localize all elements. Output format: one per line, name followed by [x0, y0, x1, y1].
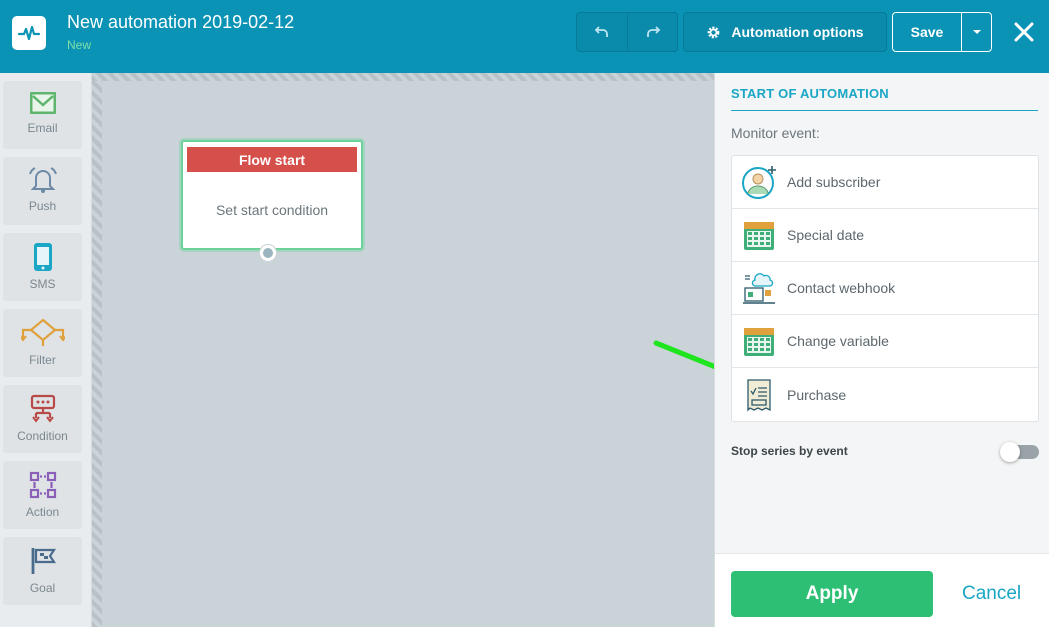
cancel-button[interactable]: Cancel [962, 583, 1021, 605]
tool-goal[interactable]: Goal [3, 537, 82, 605]
history-controls [576, 12, 678, 52]
canvas-border-left [92, 73, 102, 627]
event-purchase-label: Purchase [787, 386, 847, 403]
automation-status: New [67, 38, 92, 52]
filter-icon [20, 318, 65, 346]
close-icon [1014, 22, 1034, 42]
caret-down-icon [972, 30, 981, 34]
tool-action[interactable]: Action [3, 461, 82, 529]
tool-filter-label: Filter [29, 353, 56, 367]
tool-goal-label: Goal [29, 581, 56, 595]
calendar-icon [741, 323, 777, 359]
flow-start-title: Flow start [187, 147, 357, 172]
tool-push[interactable]: Push [3, 157, 82, 225]
event-add-subscriber[interactable]: Add subscriber [732, 156, 1038, 209]
tool-email-label: Email [27, 121, 58, 135]
event-special-date[interactable]: Special date [732, 209, 1038, 262]
phone-icon [33, 243, 52, 271]
flag-icon [31, 548, 56, 574]
redo-button[interactable] [627, 13, 677, 51]
save-dropdown-button[interactable] [961, 13, 991, 51]
undo-button[interactable] [577, 13, 627, 51]
redo-icon [646, 26, 660, 37]
node-output-port[interactable] [260, 245, 276, 261]
tool-sms-label: SMS [29, 277, 56, 291]
email-icon [29, 92, 56, 114]
receipt-icon [741, 377, 777, 413]
condition-icon [30, 394, 55, 423]
tool-email[interactable]: Email [3, 81, 82, 149]
monitor-event-label: Monitor event: [731, 125, 820, 141]
flow-start-node[interactable]: Flow start Set start condition [181, 140, 363, 261]
add-subscriber-icon [741, 164, 777, 200]
undo-icon [594, 26, 608, 37]
event-change-variable[interactable]: Change variable [732, 315, 1038, 368]
element-sidebar: Email Push SMS Filter Condition Action G… [0, 73, 92, 627]
app-logo-icon [12, 16, 46, 50]
tool-condition[interactable]: Condition [3, 385, 82, 453]
panel-heading: START OF AUTOMATION [731, 86, 1038, 111]
event-special-date-label: Special date [787, 227, 865, 243]
save-button[interactable]: Save [893, 13, 961, 51]
event-contact-webhook-label: Contact webhook [787, 280, 896, 296]
stop-series-label: Stop series by event [731, 444, 848, 458]
automation-options-label: Automation options [731, 24, 864, 40]
apply-button[interactable]: Apply [731, 571, 933, 617]
tool-filter[interactable]: Filter [3, 309, 82, 377]
event-list: Add subscriber Special date Contact webh… [731, 155, 1039, 422]
tool-push-label: Push [28, 199, 57, 213]
tool-condition-label: Condition [17, 429, 68, 443]
event-purchase[interactable]: Purchase [732, 368, 1038, 421]
flow-start-condition: Set start condition [215, 202, 329, 218]
tool-action-label: Action [25, 505, 60, 519]
event-contact-webhook[interactable]: Contact webhook [732, 262, 1038, 315]
calendar-icon [741, 217, 777, 253]
action-icon [29, 471, 56, 499]
automation-title[interactable]: New automation 2019-02-12 [67, 12, 294, 33]
automation-options-button[interactable]: Automation options [683, 12, 887, 52]
stop-series-toggle[interactable] [1000, 442, 1039, 462]
tool-sms[interactable]: SMS [3, 233, 82, 301]
top-bar: New automation 2019-02-12 New Automation… [0, 0, 1049, 73]
event-change-variable-label: Change variable [787, 333, 889, 349]
toggle-knob [1000, 442, 1020, 462]
save-button-group: Save [892, 12, 992, 52]
gear-icon [708, 26, 720, 38]
close-button[interactable] [1008, 14, 1040, 50]
webhook-icon [741, 270, 777, 306]
canvas-border-top [92, 73, 714, 81]
panel-footer: Apply Cancel [715, 553, 1049, 627]
event-add-subscriber-label: Add subscriber [787, 174, 881, 190]
settings-panel: START OF AUTOMATION Monitor event: Add s… [714, 73, 1049, 627]
bell-icon [28, 167, 57, 193]
